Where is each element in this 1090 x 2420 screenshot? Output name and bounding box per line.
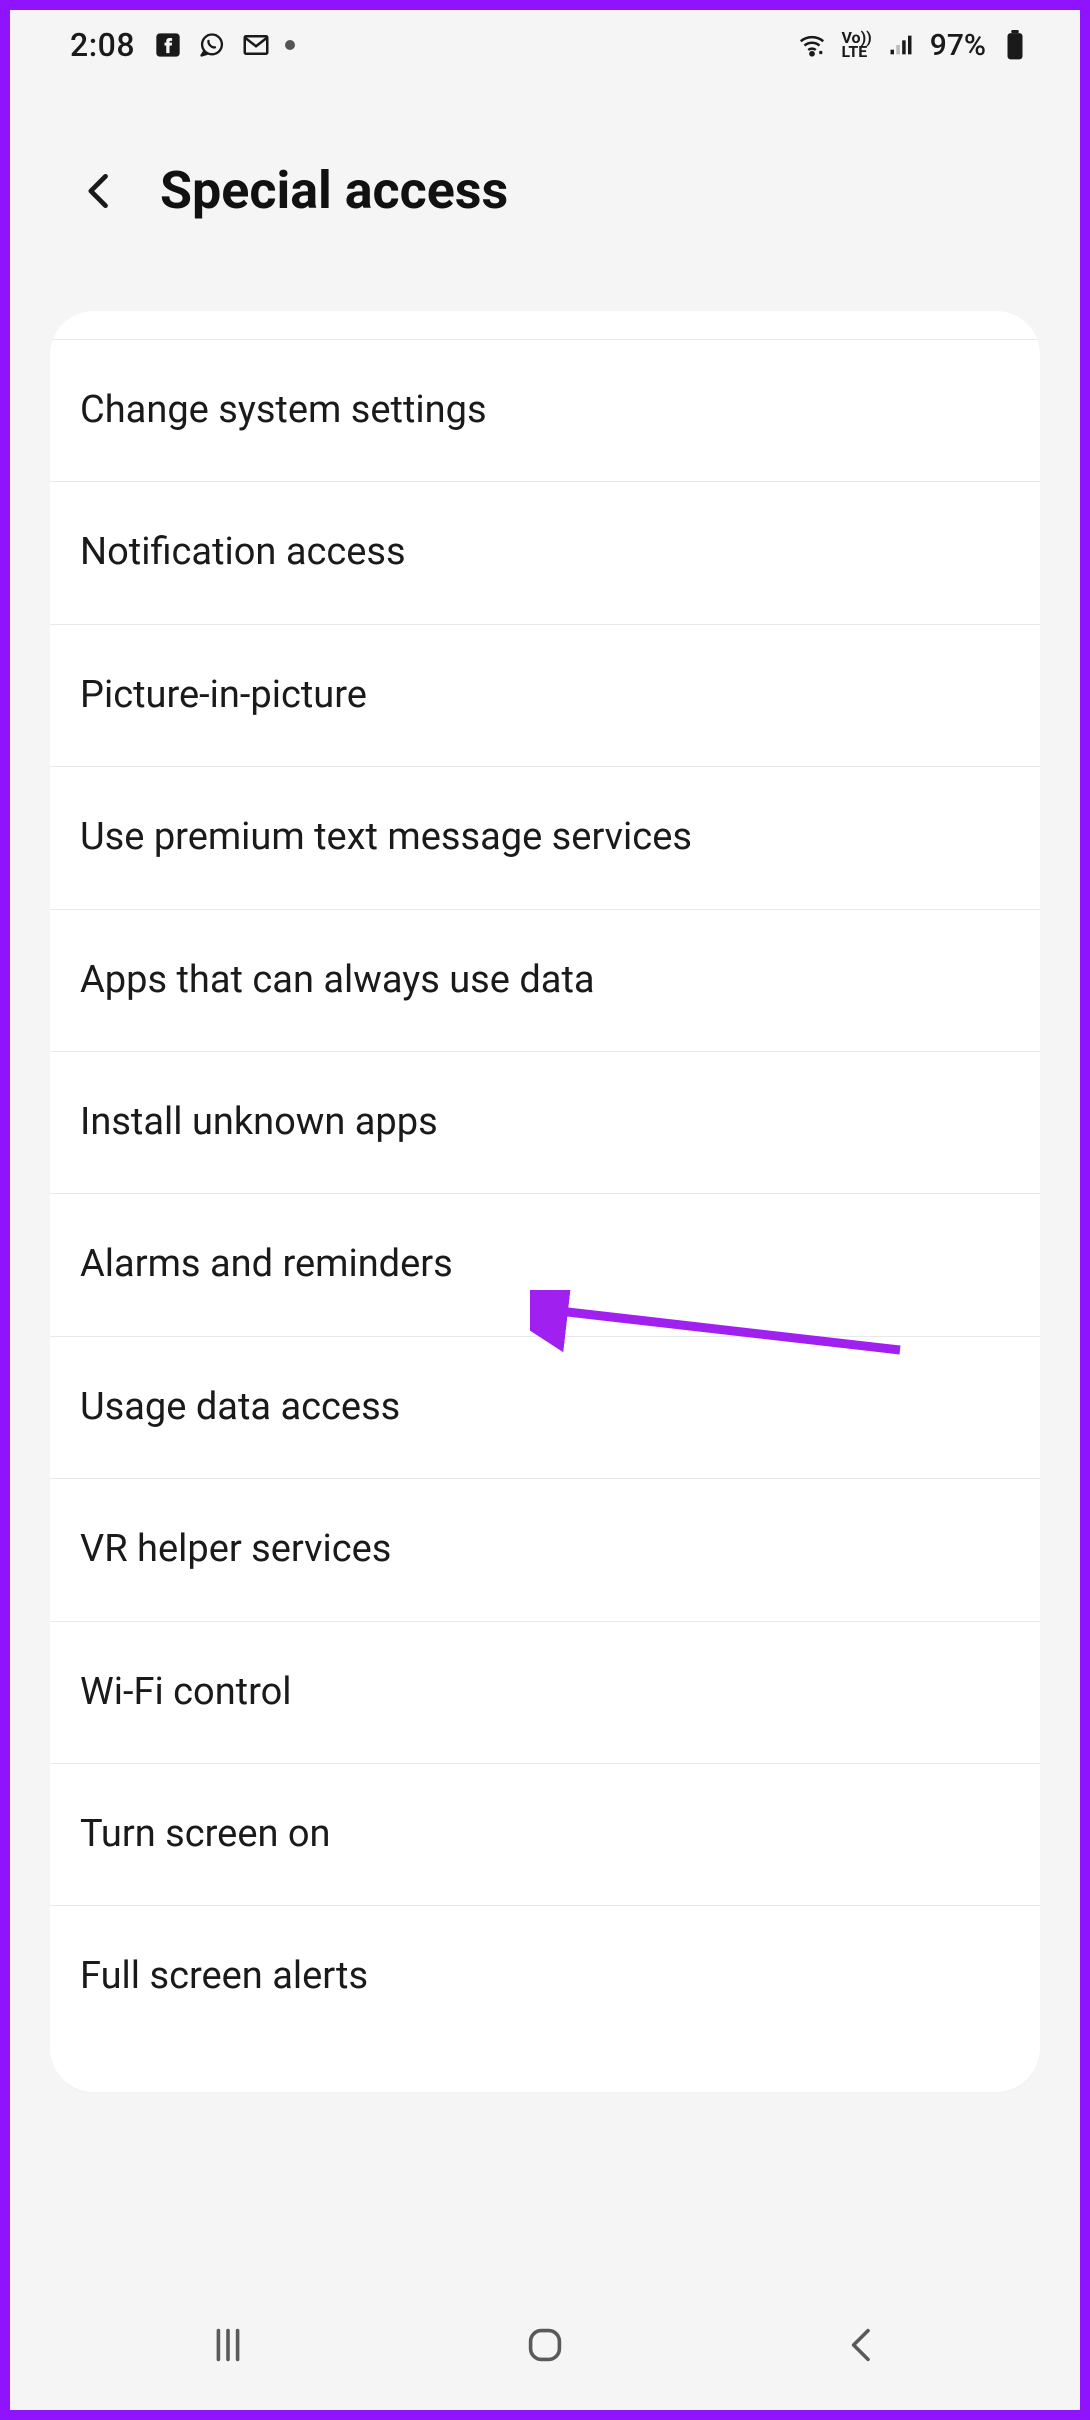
cell-signal-icon <box>886 30 916 60</box>
item-picture-in-picture[interactable]: Picture-in-picture <box>50 625 1040 767</box>
item-premium-text[interactable]: Use premium text message services <box>50 767 1040 909</box>
settings-list: Change system settings Notification acce… <box>50 311 1040 2092</box>
more-notifications-dot-icon <box>285 40 295 50</box>
screen-frame: 2:08 Vo)) LTE 97% <box>10 10 1080 2410</box>
list-item-label: Notification access <box>80 530 406 574</box>
home-icon <box>521 2321 569 2369</box>
list-item-label: Use premium text message services <box>80 815 692 859</box>
wifi-icon <box>797 30 827 60</box>
gmail-icon <box>241 30 271 60</box>
item-usage-data-access[interactable]: Usage data access <box>50 1337 1040 1479</box>
item-notification-access[interactable]: Notification access <box>50 482 1040 624</box>
list-item-label: Picture-in-picture <box>80 673 367 717</box>
volte-icon: Vo)) LTE <box>841 31 871 59</box>
whatsapp-icon <box>197 30 227 60</box>
item-install-unknown-apps[interactable]: Install unknown apps <box>50 1052 1040 1194</box>
nav-back-button[interactable] <box>772 2295 952 2395</box>
list-item-label: Usage data access <box>80 1385 400 1429</box>
item-full-screen-alerts[interactable]: Full screen alerts <box>50 1906 1040 2091</box>
status-bar-right: Vo)) LTE 97% <box>797 28 1030 63</box>
list-item-label: Change system settings <box>80 388 487 432</box>
status-bar-left: 2:08 <box>70 26 295 64</box>
item-turn-screen-on[interactable]: Turn screen on <box>50 1764 1040 1906</box>
battery-percentage: 97% <box>930 28 986 63</box>
list-item-label: Full screen alerts <box>80 1954 368 1998</box>
item-alarms-and-reminders[interactable]: Alarms and reminders <box>50 1194 1040 1336</box>
item-always-use-data[interactable]: Apps that can always use data <box>50 910 1040 1052</box>
chevron-left-icon <box>78 169 122 213</box>
list-item-label: Wi-Fi control <box>80 1670 292 1714</box>
item-wifi-control[interactable]: Wi-Fi control <box>50 1622 1040 1764</box>
back-icon <box>838 2321 886 2369</box>
list-item-label: Turn screen on <box>80 1812 331 1856</box>
page-title: Special access <box>160 160 508 221</box>
list-item-label: Apps that can always use data <box>80 958 595 1002</box>
list-item-label: Install unknown apps <box>80 1100 438 1144</box>
list-item-label: VR helper services <box>80 1527 391 1571</box>
item-vr-helper-services[interactable]: VR helper services <box>50 1479 1040 1621</box>
page-header: Special access <box>10 80 1080 311</box>
recents-icon <box>204 2321 252 2369</box>
system-nav-bar <box>10 2280 1080 2410</box>
status-time: 2:08 <box>70 26 135 64</box>
battery-icon <box>1000 30 1030 60</box>
back-button[interactable] <box>70 161 130 221</box>
list-item-label: Alarms and reminders <box>80 1242 453 1286</box>
nav-recents-button[interactable] <box>138 2295 318 2395</box>
status-bar: 2:08 Vo)) LTE 97% <box>10 10 1080 80</box>
item-change-system-settings[interactable]: Change system settings <box>50 339 1040 482</box>
facebook-icon <box>153 30 183 60</box>
nav-home-button[interactable] <box>455 2295 635 2395</box>
